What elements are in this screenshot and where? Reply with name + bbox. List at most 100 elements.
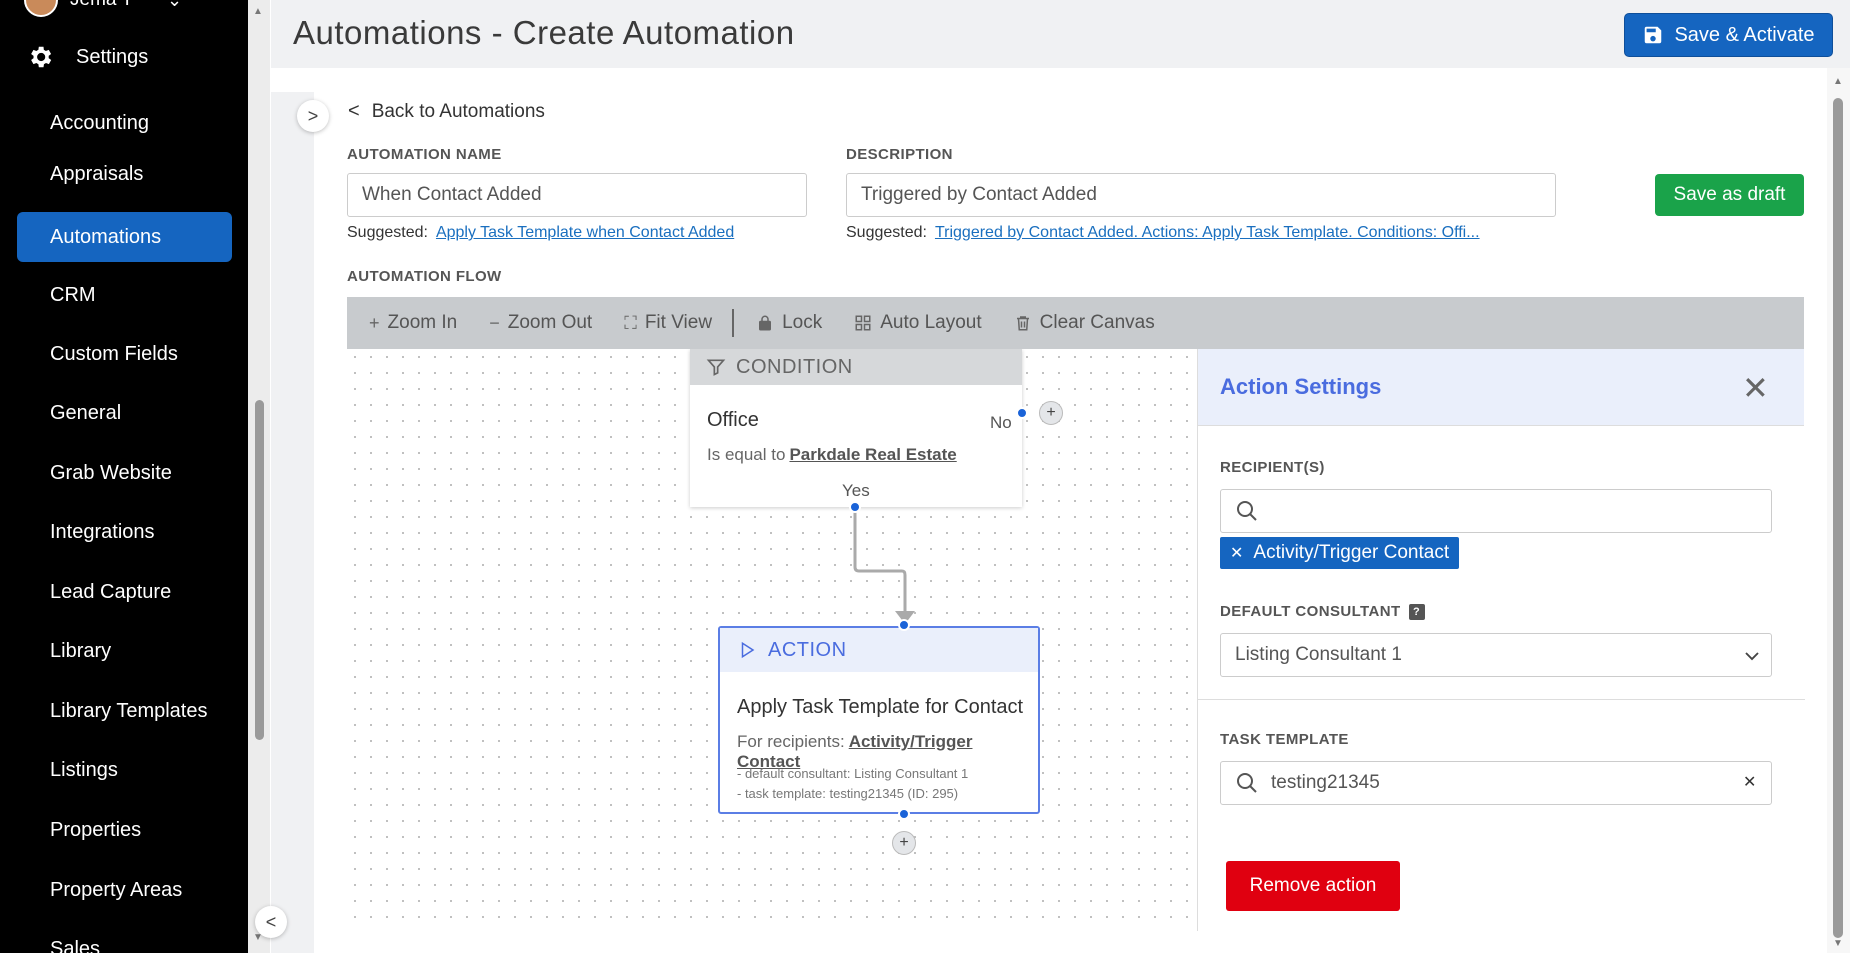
clear-canvas-label: Clear Canvas <box>1039 312 1155 333</box>
sidebar-item-integrations[interactable]: Integrations <box>17 507 232 557</box>
save-activate-button[interactable]: Save & Activate <box>1624 13 1833 57</box>
condition-yes-label: Yes <box>842 481 870 500</box>
add-node-no-button[interactable]: + <box>1039 401 1063 425</box>
action-title: Apply Task Template for Contact <box>737 696 1024 718</box>
clear-icon[interactable]: ✕ <box>1743 772 1756 792</box>
sidebar-scrollbar[interactable]: ▲ ▼ <box>248 0 270 953</box>
recipients-search-input[interactable] <box>1220 489 1772 533</box>
automation-flow-label: AUTOMATION FLOW <box>347 268 502 285</box>
lock-button[interactable]: Lock <box>756 312 822 334</box>
panel-title: Action Settings <box>1198 349 1804 426</box>
sidebar-settings-header[interactable]: Settings <box>26 40 148 74</box>
scroll-down-icon[interactable]: ▼ <box>1833 938 1843 949</box>
action-settings-panel: Action Settings ✕ RECIPIENT(S) ✕ Activit… <box>1197 349 1805 931</box>
grid-icon <box>855 315 871 331</box>
chevron-left-icon: < <box>348 100 360 122</box>
condition-title: Office <box>707 409 759 431</box>
auto-layout-button[interactable]: Auto Layout <box>854 312 982 334</box>
auto-layout-label: Auto Layout <box>880 312 982 333</box>
user-menu[interactable]: Jema T ⌄ <box>24 0 182 17</box>
sidebar-item-library[interactable]: Library <box>17 626 232 676</box>
description-suggestion-link[interactable]: Triggered by Contact Added. Actions: App… <box>935 224 1480 241</box>
default-consultant-select[interactable]: Listing Consultant 1 <box>1220 633 1772 677</box>
close-icon[interactable]: ✕ <box>1742 369 1769 407</box>
filter-icon <box>706 359 726 376</box>
expand-panel-button[interactable]: > <box>297 100 329 132</box>
automation-name-input[interactable]: When Contact Added <box>347 173 807 217</box>
sidebar-item-appraisals[interactable]: Appraisals <box>17 149 232 199</box>
add-node-button[interactable]: + <box>892 831 916 855</box>
save-activate-label: Save & Activate <box>1674 23 1815 46</box>
sidebar-item-sales[interactable]: Sales <box>17 924 232 953</box>
condition-no-handle[interactable] <box>1016 407 1028 419</box>
remove-action-button[interactable]: Remove action <box>1226 861 1400 911</box>
condition-yes-handle[interactable] <box>849 501 861 513</box>
description-input[interactable]: Triggered by Contact Added <box>846 173 1556 217</box>
sidebar-item-listings[interactable]: Listings <box>17 745 232 795</box>
panel-divider <box>1198 699 1805 700</box>
main-scrollbar[interactable]: ▲ ▼ <box>1827 68 1850 953</box>
suggested-prefix: Suggested: <box>846 224 927 241</box>
collapse-sidebar-button[interactable]: < <box>255 906 287 938</box>
condition-operator: Is equal to <box>707 445 786 464</box>
default-consultant-value: Listing Consultant 1 <box>1235 644 1402 665</box>
action-node[interactable]: ACTION Apply Task Template for Contact F… <box>718 626 1040 814</box>
fit-view-button[interactable]: ⛶ Fit View <box>624 312 712 334</box>
remove-tag-icon[interactable]: ✕ <box>1230 543 1243 563</box>
chevron-down-icon <box>1745 652 1759 661</box>
action-output-handle[interactable] <box>898 808 910 820</box>
zoom-out-button[interactable]: − Zoom Out <box>489 312 592 334</box>
name-suggestion-link[interactable]: Apply Task Template when Contact Added <box>436 224 734 241</box>
task-template-input[interactable]: testing21345 ✕ <box>1220 761 1772 805</box>
sidebar-item-property-areas[interactable]: Property Areas <box>17 865 232 915</box>
condition-rule: Is equal to Parkdale Real Estate <box>707 445 957 465</box>
sidebar-item-accounting[interactable]: Accounting <box>17 98 232 148</box>
main-scroll-thumb[interactable] <box>1833 98 1843 938</box>
save-draft-button[interactable]: Save as draft <box>1655 174 1804 216</box>
edge-yes <box>853 509 907 611</box>
action-header: ACTION <box>720 628 1038 672</box>
condition-node[interactable]: CONDITION Office Is equal to Parkdale Rea… <box>690 349 1022 507</box>
zoom-in-label: Zoom In <box>387 312 458 333</box>
sidebar: Jema T ⌄ Settings Accounting Appraisals … <box>0 0 248 953</box>
minus-icon: − <box>489 312 500 333</box>
avatar <box>24 0 58 17</box>
action-detail-consultant: - default consultant: Listing Consultant… <box>737 766 969 781</box>
sidebar-scroll-thumb[interactable] <box>255 400 264 740</box>
recipient-tag[interactable]: ✕ Activity/Trigger Contact <box>1220 537 1460 569</box>
condition-value: Parkdale Real Estate <box>789 445 957 464</box>
scroll-up-icon[interactable]: ▲ <box>1833 76 1843 87</box>
help-icon[interactable]: ? <box>1408 604 1425 621</box>
sidebar-item-properties[interactable]: Properties <box>17 805 232 855</box>
sidebar-item-grab-website[interactable]: Grab Website <box>17 448 232 498</box>
sidebar-item-lead-capture[interactable]: Lead Capture <box>17 567 232 617</box>
description-label: DESCRIPTION <box>846 146 953 163</box>
recipient-tag-label: Activity/Trigger Contact <box>1253 542 1450 563</box>
toolbar-divider <box>732 309 735 337</box>
default-consultant-label: DEFAULT CONSULTANT? <box>1220 603 1425 621</box>
fit-view-label: Fit View <box>644 312 713 333</box>
page-title: Automations - Create Automation <box>293 14 795 51</box>
sidebar-item-custom-fields[interactable]: Custom Fields <box>17 329 232 379</box>
sidebar-item-crm[interactable]: CRM <box>17 270 232 320</box>
save-icon <box>1645 26 1662 44</box>
settings-label: Settings <box>76 45 149 68</box>
search-icon <box>1237 501 1257 521</box>
play-icon <box>741 641 755 659</box>
flow-canvas[interactable]: CONDITION Office Is equal to Parkdale Rea… <box>347 349 1197 931</box>
trash-icon <box>1016 316 1029 331</box>
sidebar-item-library-templates[interactable]: Library Templates <box>17 686 232 736</box>
sidebar-item-general[interactable]: General <box>17 388 232 438</box>
lock-label: Lock <box>782 312 823 333</box>
search-icon <box>1237 773 1257 793</box>
flow-toolbar: + Zoom In − Zoom Out ⛶ Fit View Lock Auto L… <box>347 297 1804 349</box>
clear-canvas-button[interactable]: Clear Canvas <box>1014 312 1155 334</box>
task-template-label: TASK TEMPLATE <box>1220 731 1349 748</box>
plus-icon: + <box>369 312 380 333</box>
scroll-up-icon[interactable]: ▲ <box>253 6 263 17</box>
back-to-automations-link[interactable]: < Back to Automations <box>348 100 545 123</box>
default-consultant-label-text: DEFAULT CONSULTANT <box>1220 603 1401 620</box>
action-input-handle[interactable] <box>898 619 910 631</box>
sidebar-item-automations[interactable]: Automations <box>17 212 232 262</box>
zoom-in-button[interactable]: + Zoom In <box>369 312 457 334</box>
